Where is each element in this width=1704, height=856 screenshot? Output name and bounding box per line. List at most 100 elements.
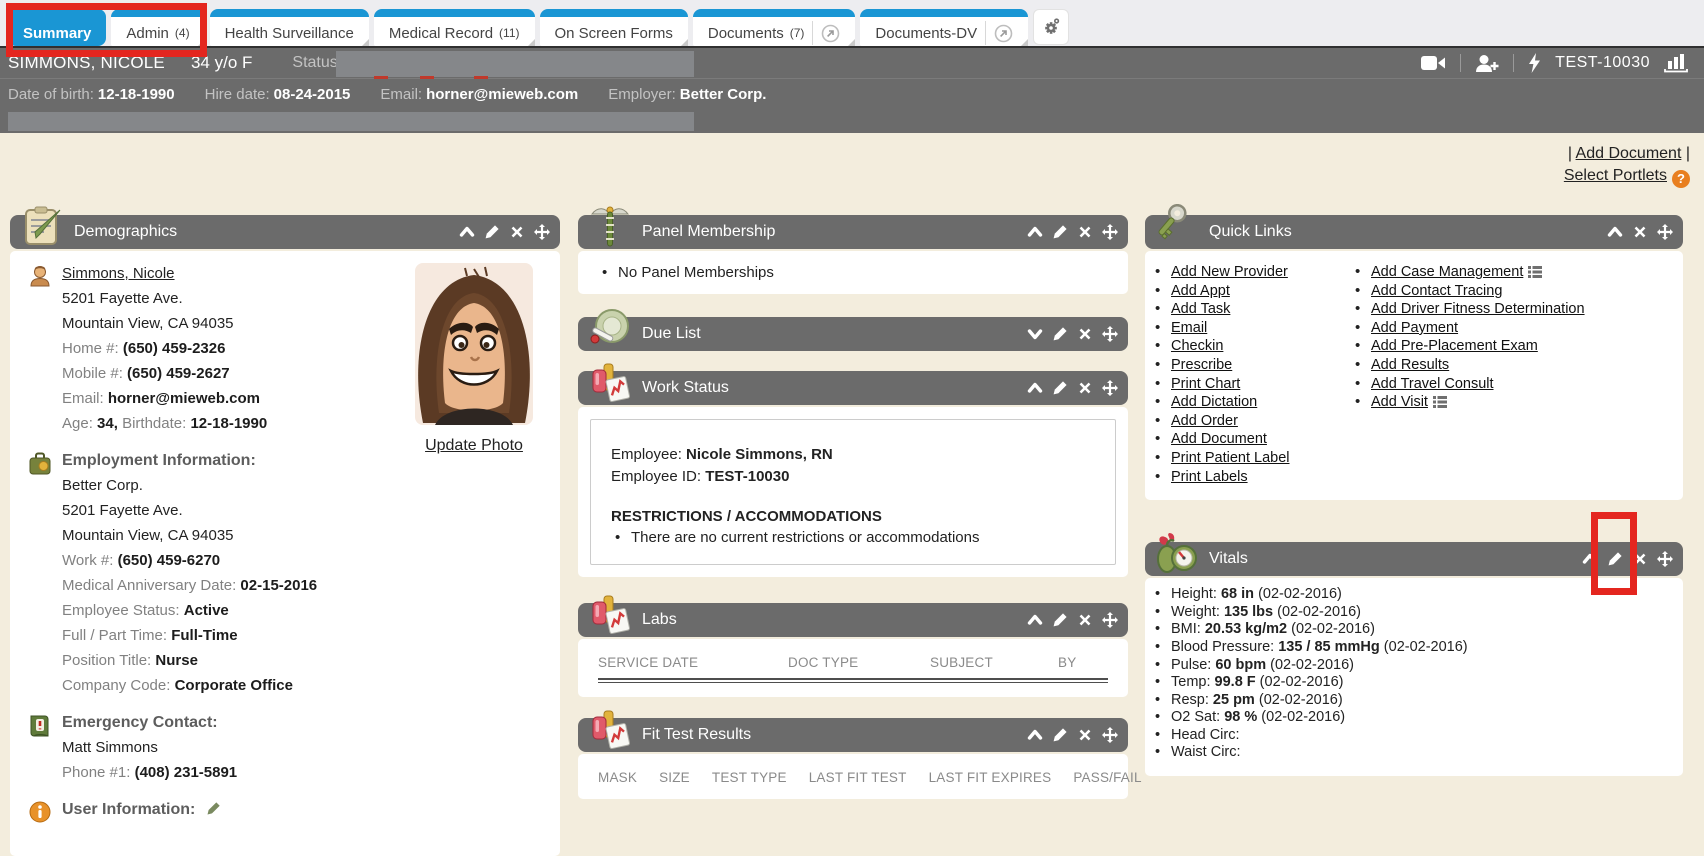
employment-group: Employment Information: Better Corp. 520… [18,448,546,698]
quick-link[interactable]: Add Visit [1351,393,1677,412]
quick-link[interactable]: Add Results [1351,356,1677,375]
briefcase-icon [18,448,62,698]
empty-panel-note: No Panel Memberships [598,264,1118,281]
help-icon[interactable]: ? [1672,170,1690,188]
collapse-icon[interactable] [1027,727,1043,743]
tab-medical-record[interactable]: Medical Record (11) [374,9,535,46]
flowsheet-chart-icon[interactable] [1664,53,1690,73]
add-person-icon[interactable] [1475,54,1499,73]
patient-name: SIMMONS, NICOLE [8,53,165,73]
remove-icon[interactable] [1077,224,1093,240]
edit-icon[interactable] [1607,551,1623,567]
tab-documents-dv[interactable]: Documents-DV [860,9,1028,46]
edit-icon[interactable] [1052,326,1068,342]
move-icon[interactable] [1657,551,1673,567]
popout-icon[interactable] [821,24,840,43]
quick-link[interactable]: Add Pre-Placement Exam [1351,337,1677,356]
move-icon[interactable] [1102,380,1118,396]
select-portlets-link[interactable]: Select Portlets [1564,167,1667,184]
quick-link[interactable]: Add Dictation [1151,393,1351,412]
settings-button[interactable] [1033,9,1069,45]
divider [1513,54,1514,72]
edit-icon[interactable] [206,801,221,816]
quick-link[interactable]: Print Patient Label [1151,449,1351,468]
quick-link[interactable]: Add Contact Tracing [1351,282,1677,301]
remove-icon[interactable] [1632,224,1648,240]
quick-link[interactable]: Add New Provider [1151,263,1351,282]
quick-link[interactable]: Prescribe [1151,356,1351,375]
quick-link[interactable]: Add Appt [1151,282,1351,301]
edit-icon[interactable] [1052,727,1068,743]
collapse-icon[interactable] [1027,612,1043,628]
collapse-icon[interactable] [1582,551,1598,567]
move-icon[interactable] [1102,612,1118,628]
edit-icon[interactable] [1052,224,1068,240]
column-header[interactable]: DOC TYPE [788,655,930,670]
quick-link[interactable]: Add Payment [1351,319,1677,338]
update-photo-link[interactable]: Update Photo [425,437,523,454]
quick-link[interactable]: Add Travel Consult [1351,375,1677,394]
move-icon[interactable] [1102,224,1118,240]
collapse-icon[interactable] [1027,224,1043,240]
remove-icon[interactable] [1077,326,1093,342]
lightning-icon[interactable] [1528,53,1541,73]
popout-icon[interactable] [994,24,1013,43]
quick-link[interactable]: Add Driver Fitness Determination [1351,300,1677,319]
emergency-heading: Emergency Contact: [62,710,546,735]
column-header[interactable]: SUBJECT [930,655,1058,670]
redaction-mark [420,76,434,79]
column-header[interactable]: LAST FIT TEST [809,770,907,785]
patient-summary-row: SIMMONS, NICOLE 34 y/o F Status: Active [0,48,1704,78]
column-header[interactable]: PASS/FAIL [1073,770,1141,785]
remove-icon[interactable] [1077,380,1093,396]
collapse-icon[interactable] [1027,380,1043,396]
column-header[interactable]: LAST FIT EXPIRES [929,770,1052,785]
move-icon[interactable] [1657,224,1673,240]
table-rule [598,678,1108,683]
vitals-header: Vitals [1145,542,1683,576]
quick-link[interactable]: Print Chart [1151,375,1351,394]
tab-documents[interactable]: Documents (7) [693,9,856,46]
quick-link[interactable]: Add Task [1151,300,1351,319]
column-header[interactable]: SERVICE DATE [598,655,788,670]
quick-link[interactable]: Add Order [1151,412,1351,431]
collapse-icon[interactable] [459,224,475,240]
quick-link[interactable]: Add Document [1151,430,1351,449]
portlet-title: Labs [642,611,677,629]
edit-icon[interactable] [1052,380,1068,396]
company-code: Company Code: Corporate Office [62,673,546,698]
patient-name-link[interactable]: Simmons, Nicole [62,265,175,282]
quick-link[interactable]: Print Labels [1151,468,1351,487]
edit-icon[interactable] [1052,612,1068,628]
quick-links-header: Quick Links [1145,215,1683,249]
quick-link[interactable]: Add Case Management [1351,263,1677,282]
tab-label: Admin [126,25,169,42]
column-header[interactable]: BY [1058,655,1076,670]
tab-summary[interactable]: Summary [8,9,106,46]
column-header[interactable]: MASK [598,770,637,785]
collapse-icon[interactable] [1607,224,1623,240]
add-document-link[interactable]: Add Document [1576,145,1682,162]
move-icon[interactable] [1102,326,1118,342]
tab-count: (4) [175,26,190,40]
move-icon[interactable] [1102,727,1118,743]
edit-icon[interactable] [484,224,500,240]
gear-icon [1041,17,1061,37]
move-icon[interactable] [534,224,550,240]
column-header[interactable]: SIZE [659,770,690,785]
remove-icon[interactable] [1077,727,1093,743]
expand-icon[interactable] [1027,326,1043,342]
portlet-tools [1027,727,1118,743]
tab-on-screen-forms[interactable]: On Screen Forms [540,9,688,46]
remove-icon[interactable] [1632,551,1648,567]
video-call-icon[interactable] [1420,54,1446,72]
tab-admin[interactable]: Admin (4) [111,9,204,46]
field: Hire date:08-24-2015 [205,86,351,103]
panel-membership-header: Panel Membership [578,215,1128,249]
quick-link[interactable]: Checkin [1151,337,1351,356]
remove-icon[interactable] [1077,612,1093,628]
tab-health-surveillance[interactable]: Health Surveillance [210,9,369,46]
quick-link[interactable]: Email [1151,319,1351,338]
column-header[interactable]: TEST TYPE [712,770,787,785]
remove-icon[interactable] [509,224,525,240]
